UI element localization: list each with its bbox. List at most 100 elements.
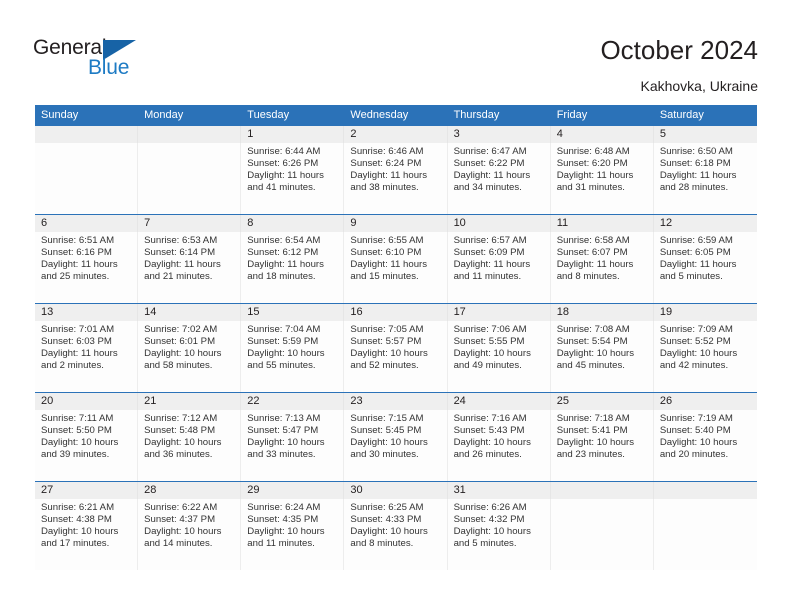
day-cell[interactable]: Sunrise: 6:44 AM Sunset: 6:26 PM Dayligh… [241, 143, 345, 214]
daylight-text-line2: and 41 minutes. [247, 182, 316, 194]
day-cell[interactable]: Sunrise: 6:24 AM Sunset: 4:35 PM Dayligh… [241, 499, 345, 570]
day-number: 8 [241, 215, 345, 232]
weekday-header-tuesday: Tuesday [247, 109, 290, 121]
day-cell[interactable]: Sunrise: 6:46 AM Sunset: 6:24 PM Dayligh… [344, 143, 448, 214]
sunrise-text: Sunrise: 7:13 AM [247, 413, 321, 424]
day-number: 24 [448, 393, 551, 410]
daylight-text-line1: Daylight: 10 hours [247, 526, 325, 538]
day-cell[interactable]: Sunrise: 7:15 AM Sunset: 5:45 PM Dayligh… [344, 410, 448, 481]
location-subtitle: Kakhovka, Ukraine [640, 78, 758, 94]
sunset-text: Sunset: 6:01 PM [144, 336, 216, 348]
daylight-text-line2: and 23 minutes. [556, 449, 625, 461]
sunset-text: Sunset: 6:07 PM [556, 247, 628, 259]
day-cell[interactable]: Sunrise: 6:59 AM Sunset: 6:05 PM Dayligh… [654, 232, 757, 303]
day-cell[interactable]: Sunrise: 6:58 AM Sunset: 6:07 PM Dayligh… [551, 232, 654, 303]
day-cell[interactable] [654, 499, 757, 570]
day-cell[interactable]: Sunrise: 7:08 AM Sunset: 5:54 PM Dayligh… [551, 321, 654, 392]
daylight-text-line2: and 11 minutes. [247, 538, 315, 550]
sunset-text: Sunset: 5:40 PM [659, 425, 731, 437]
day-cell[interactable]: Sunrise: 6:53 AM Sunset: 6:14 PM Dayligh… [138, 232, 242, 303]
day-cell[interactable]: Sunrise: 7:11 AM Sunset: 5:50 PM Dayligh… [35, 410, 139, 481]
sunset-text: Sunset: 4:32 PM [453, 514, 525, 526]
sunset-text: Sunset: 4:35 PM [247, 514, 319, 526]
sunset-text: Sunset: 5:50 PM [41, 425, 112, 437]
day-number: 14 [138, 304, 242, 321]
day-number-band: 6 7 8 9 10 11 12 [35, 215, 757, 232]
sunrise-text: Sunrise: 6:25 AM [350, 502, 424, 513]
calendar-week-row: 20 21 22 23 24 25 26 Sunrise: 7:11 AM Su… [35, 392, 757, 481]
daylight-text-line1: Daylight: 10 hours [453, 437, 531, 449]
day-cell[interactable]: Sunrise: 6:47 AM Sunset: 6:22 PM Dayligh… [448, 143, 551, 214]
sunset-text: Sunset: 5:45 PM [350, 425, 422, 437]
logo-text-blue: Blue [88, 56, 130, 79]
day-cell[interactable]: Sunrise: 7:09 AM Sunset: 5:52 PM Dayligh… [654, 321, 757, 392]
day-cell[interactable] [551, 499, 654, 570]
day-cell[interactable]: Sunrise: 7:18 AM Sunset: 5:41 PM Dayligh… [551, 410, 654, 481]
day-number: 2 [344, 126, 448, 143]
day-number-band: 27 28 29 30 31 [35, 482, 757, 499]
sunrise-text: Sunrise: 6:24 AM [247, 502, 321, 513]
day-cell[interactable]: Sunrise: 7:12 AM Sunset: 5:48 PM Dayligh… [138, 410, 242, 481]
daylight-text-line2: and 17 minutes. [41, 538, 110, 550]
daylight-text-line2: and 11 minutes. [453, 271, 522, 283]
daylight-text-line1: Daylight: 10 hours [144, 348, 222, 360]
weekday-header-sunday: Sunday [41, 109, 79, 121]
daylight-text-line1: Daylight: 11 hours [350, 170, 428, 182]
daylight-text-line2: and 8 minutes. [350, 538, 414, 550]
sunset-text: Sunset: 6:20 PM [556, 158, 628, 170]
sunrise-text: Sunrise: 6:21 AM [41, 502, 115, 513]
daylight-text-line2: and 14 minutes. [144, 538, 213, 550]
daylight-text-line1: Daylight: 11 hours [247, 170, 324, 182]
day-cell[interactable]: Sunrise: 7:06 AM Sunset: 5:55 PM Dayligh… [448, 321, 551, 392]
daylight-text-line1: Daylight: 11 hours [659, 170, 737, 182]
day-cell[interactable]: Sunrise: 7:01 AM Sunset: 6:03 PM Dayligh… [35, 321, 139, 392]
day-cell[interactable] [35, 143, 139, 214]
day-cell[interactable]: Sunrise: 7:02 AM Sunset: 6:01 PM Dayligh… [138, 321, 242, 392]
sunrise-text: Sunrise: 7:15 AM [350, 413, 424, 424]
daylight-text-line1: Daylight: 10 hours [144, 437, 222, 449]
sunrise-text: Sunrise: 6:22 AM [144, 502, 218, 513]
day-cell[interactable]: Sunrise: 6:25 AM Sunset: 4:33 PM Dayligh… [344, 499, 448, 570]
calendar-week-row: 13 14 15 16 17 18 19 Sunrise: 7:01 AM Su… [35, 303, 757, 392]
sunrise-text: Sunrise: 6:26 AM [453, 502, 527, 513]
sunset-text: Sunset: 6:12 PM [247, 247, 319, 259]
daylight-text-line1: Daylight: 11 hours [144, 259, 221, 271]
daylight-text-line1: Daylight: 10 hours [350, 526, 428, 538]
day-cell[interactable]: Sunrise: 6:54 AM Sunset: 6:12 PM Dayligh… [241, 232, 345, 303]
day-cell[interactable]: Sunrise: 6:55 AM Sunset: 6:10 PM Dayligh… [344, 232, 448, 303]
daylight-text-line2: and 33 minutes. [247, 449, 316, 461]
day-number: 22 [241, 393, 345, 410]
weekday-header-wednesday: Wednesday [350, 109, 409, 121]
day-cell[interactable]: Sunrise: 6:26 AM Sunset: 4:32 PM Dayligh… [448, 499, 551, 570]
day-cell[interactable]: Sunrise: 7:16 AM Sunset: 5:43 PM Dayligh… [448, 410, 551, 481]
daylight-text-line2: and 15 minutes. [350, 271, 419, 283]
sunset-text: Sunset: 5:57 PM [350, 336, 422, 348]
day-cell[interactable]: Sunrise: 6:48 AM Sunset: 6:20 PM Dayligh… [551, 143, 654, 214]
day-number: 19 [659, 306, 673, 318]
day-cell[interactable]: Sunrise: 7:19 AM Sunset: 5:40 PM Dayligh… [654, 410, 757, 481]
day-cell[interactable]: Sunrise: 6:21 AM Sunset: 4:38 PM Dayligh… [35, 499, 139, 570]
day-cell[interactable]: Sunrise: 7:04 AM Sunset: 5:59 PM Dayligh… [241, 321, 345, 392]
daylight-text-line2: and 8 minutes. [556, 271, 620, 283]
daylight-text-line1: Daylight: 10 hours [659, 348, 738, 360]
day-cell[interactable]: Sunrise: 7:13 AM Sunset: 5:47 PM Dayligh… [241, 410, 345, 481]
weekday-header-monday: Monday [144, 109, 184, 121]
daylight-text-line1: Daylight: 11 hours [556, 259, 634, 271]
daylight-text-line1: Daylight: 11 hours [247, 259, 324, 271]
sunset-text: Sunset: 6:09 PM [453, 247, 525, 259]
sunset-text: Sunset: 6:05 PM [659, 247, 731, 259]
sunset-text: Sunset: 6:26 PM [247, 158, 319, 170]
weekday-header-friday: Friday [556, 109, 588, 121]
sunrise-text: Sunrise: 7:08 AM [556, 324, 630, 335]
day-cell[interactable]: Sunrise: 6:22 AM Sunset: 4:37 PM Dayligh… [138, 499, 242, 570]
day-cell[interactable]: Sunrise: 6:50 AM Sunset: 6:18 PM Dayligh… [654, 143, 757, 214]
day-cell[interactable] [138, 143, 242, 214]
daylight-text-line1: Daylight: 10 hours [247, 437, 325, 449]
day-cell[interactable]: Sunrise: 7:05 AM Sunset: 5:57 PM Dayligh… [344, 321, 448, 392]
weekday-header-row: Sunday Monday Tuesday Wednesday Thursday… [35, 105, 757, 125]
sunrise-text: Sunrise: 7:06 AM [453, 324, 527, 335]
day-cell[interactable]: Sunrise: 6:57 AM Sunset: 6:09 PM Dayligh… [448, 232, 551, 303]
day-cell[interactable]: Sunrise: 6:51 AM Sunset: 6:16 PM Dayligh… [35, 232, 139, 303]
day-number: 31 [448, 482, 551, 499]
calendar-week-row: 1 2 3 4 5 Sunrise: 6:44 AM Sunset: 6:26 … [35, 125, 757, 214]
